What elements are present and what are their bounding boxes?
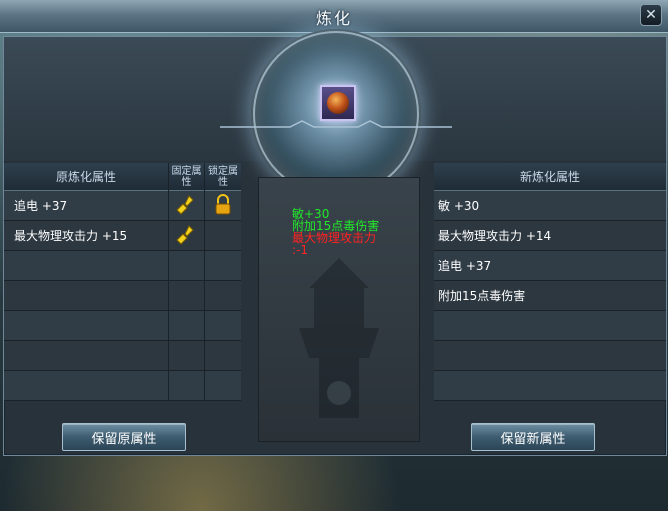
table-row: 敏 +30	[434, 191, 666, 221]
table-row	[434, 311, 666, 341]
column-divider	[168, 163, 169, 401]
lock-icon[interactable]	[213, 194, 233, 216]
new-attributes-table: 新炼化属性 敏 +30 最大物理攻击力 +14 追电 +37 附加15点毒伤害	[434, 163, 666, 407]
table-row	[4, 371, 241, 401]
close-icon: ✕	[645, 7, 657, 23]
item-slot[interactable]	[320, 85, 356, 121]
refine-result-preview: 敏+30 附加15点毒伤害 最大物理攻击力 :-1	[292, 208, 379, 256]
tower-silhouette	[299, 258, 379, 418]
preview-column: 敏+30 附加15点毒伤害 最大物理攻击力 :-1	[258, 177, 420, 442]
attribute-label: 最大物理攻击力 +14	[438, 229, 552, 243]
table-row: 最大物理攻击力 +15	[4, 221, 241, 251]
original-attributes-rows: 追电 +37 最大物理攻击力 +15	[4, 191, 241, 401]
fixed-attribute-title: 固定属性	[171, 165, 202, 188]
locked-attribute-title: 锁定属性	[208, 165, 238, 188]
table-row	[434, 371, 666, 401]
refine-panel: 原炼化属性 固定属性 锁定属性 追电 +37 最大物理攻击力 +15 敏+30 …	[3, 29, 667, 456]
attribute-label: 追电 +37	[14, 199, 68, 213]
attribute-label: 最大物理攻击力 +15	[14, 229, 128, 243]
table-row	[4, 341, 241, 371]
table-row	[4, 251, 241, 281]
original-attributes-title: 原炼化属性	[55, 170, 116, 184]
chain-icon[interactable]	[176, 194, 196, 216]
refine-orb-area	[4, 29, 666, 199]
close-button[interactable]: ✕	[640, 4, 662, 26]
chain-icon[interactable]	[176, 224, 196, 246]
attribute-label: 附加15点毒伤害	[438, 289, 526, 303]
table-row	[4, 281, 241, 311]
table-row: 追电 +37	[434, 251, 666, 281]
table-row	[4, 311, 241, 341]
window-title: 炼化	[315, 9, 352, 28]
attribute-label: 追电 +37	[438, 259, 492, 273]
result-line: :-1	[292, 243, 309, 257]
new-attributes-rows: 敏 +30 最大物理攻击力 +14 追电 +37 附加15点毒伤害	[434, 191, 666, 401]
table-row: 附加15点毒伤害	[434, 281, 666, 311]
keep-original-button[interactable]: 保留原属性	[62, 423, 186, 451]
original-attributes-table: 原炼化属性 固定属性 锁定属性 追电 +37 最大物理攻击力 +15	[4, 163, 241, 407]
column-divider	[204, 163, 205, 401]
table-row: 追电 +37	[4, 191, 241, 221]
table-row	[434, 341, 666, 371]
footer-scenery	[0, 456, 668, 511]
table-row: 最大物理攻击力 +14	[434, 221, 666, 251]
original-attributes-header: 原炼化属性 固定属性 锁定属性	[4, 163, 241, 191]
new-attributes-header: 新炼化属性	[434, 163, 666, 191]
new-attributes-title: 新炼化属性	[519, 170, 580, 184]
gem-icon	[327, 92, 349, 114]
attribute-label: 敏 +30	[438, 199, 480, 213]
keep-new-button[interactable]: 保留新属性	[471, 423, 595, 451]
